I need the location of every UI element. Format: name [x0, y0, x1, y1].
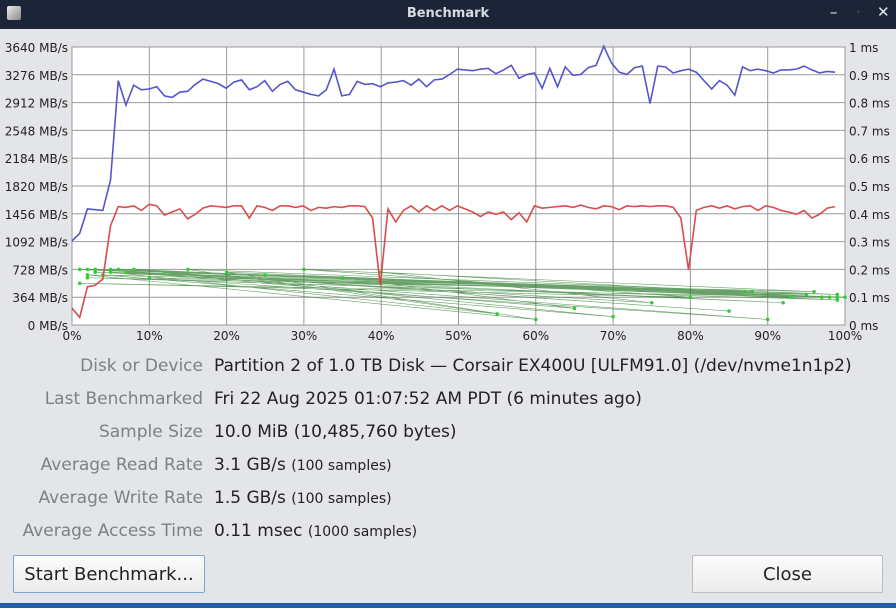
start-benchmark-button[interactable]: Start Benchmark... — [13, 555, 205, 593]
access-time-point — [534, 317, 538, 322]
access-time-point — [340, 275, 345, 280]
access-time-point — [93, 267, 97, 272]
y-left-tick-label: 1092 MB/s — [5, 236, 68, 250]
y-right-tick-label: 0.6 ms — [849, 152, 890, 166]
y-right-tick-label: 0.7 ms — [849, 124, 890, 138]
access-time-point — [132, 267, 136, 272]
y-left-tick-label: 2548 MB/s — [5, 124, 68, 138]
access-time-point — [572, 306, 577, 311]
x-tick-label: 30% — [291, 329, 318, 343]
info-row: Average Access Time 0.11 msec (1000 sampl… — [0, 521, 896, 549]
x-tick-label: 70% — [600, 329, 627, 343]
access-time-point — [124, 270, 128, 274]
minimize-icon[interactable]: – — [830, 3, 838, 21]
info-row: Average Read Rate 3.1 GB/s (100 samples) — [0, 455, 896, 483]
info-label: Average Write Rate — [38, 488, 203, 508]
window-border — [0, 603, 896, 608]
access-time-point — [843, 295, 847, 300]
y-right-tick-label: 0.3 ms — [849, 236, 890, 250]
x-tick-label: 80% — [677, 329, 704, 343]
y-right-tick-label: 0.8 ms — [849, 97, 890, 111]
info-row: Average Write Rate 1.5 GB/s (100 samples) — [0, 488, 896, 516]
close-icon[interactable]: ✕ — [877, 3, 890, 21]
y-left-tick-label: 2184 MB/s — [5, 152, 68, 166]
y-left-tick-label: 1456 MB/s — [5, 208, 68, 222]
access-time-point — [789, 295, 793, 300]
y-right-tick-label: 0.1 ms — [849, 291, 890, 305]
info-value: 3.1 GB/s (100 samples) — [214, 455, 392, 475]
y-left-tick-label: 3640 MB/s — [5, 41, 68, 55]
access-time-point — [804, 292, 809, 297]
access-time-point — [77, 267, 82, 272]
info-label: Sample Size — [98, 422, 203, 442]
access-time-point — [224, 270, 229, 274]
access-time-point — [827, 295, 832, 300]
y-left-tick-label: 0 MB/s — [28, 319, 68, 333]
access-time-point — [765, 317, 770, 322]
access-time-point — [186, 267, 190, 272]
info-value: Fri 22 Aug 2025 01:07:52 AM PDT (6 minut… — [214, 389, 642, 409]
info-label: Disk or Device — [80, 356, 203, 376]
access-time-point — [812, 289, 816, 294]
access-time-point — [649, 300, 654, 305]
info-value: 1.5 GB/s (100 samples) — [214, 488, 392, 508]
y-left-tick-label: 728 MB/s — [12, 263, 68, 277]
access-time-point — [108, 270, 113, 274]
access-time-point — [742, 289, 747, 294]
access-time-point — [781, 300, 785, 305]
info-label: Average Read Rate — [40, 455, 203, 475]
access-time-point — [835, 295, 840, 300]
access-time-point — [820, 295, 824, 300]
y-right-tick-label: 0.9 ms — [849, 69, 890, 83]
y-right-tick-label: 1 ms — [849, 41, 878, 55]
x-tick-label: 100% — [828, 329, 862, 343]
access-time-point — [263, 273, 268, 277]
info-value: 0.11 msec (1000 samples) — [214, 521, 418, 541]
x-tick-label: 60% — [522, 329, 549, 343]
maximize-icon[interactable]: · — [856, 3, 861, 21]
access-time-point — [750, 289, 755, 294]
access-time-point — [85, 267, 90, 272]
access-time-point — [85, 273, 90, 277]
window-title: Benchmark — [406, 6, 490, 21]
access-time-point — [77, 281, 82, 286]
y-right-tick-label: 0.4 ms — [849, 208, 890, 222]
access-time-point — [162, 270, 167, 274]
access-time-point — [727, 309, 731, 313]
x-tick-label: 10% — [136, 329, 163, 343]
y-right-tick-label: 0.5 ms — [849, 180, 890, 194]
access-time-point — [116, 267, 121, 272]
y-left-tick-label: 364 MB/s — [12, 291, 68, 305]
y-left-tick-label: 3276 MB/s — [5, 69, 68, 83]
x-tick-label: 90% — [754, 329, 781, 343]
access-time-point — [147, 275, 152, 280]
info-label: Last Benchmarked — [44, 389, 203, 409]
y-right-tick-label: 0.2 ms — [849, 263, 890, 277]
x-tick-label: 40% — [368, 329, 395, 343]
info-value: 10.0 MiB (10,485,760 bytes) — [214, 422, 457, 442]
access-time-point — [495, 312, 499, 316]
access-time-point — [302, 267, 306, 272]
y-left-tick-label: 1820 MB/s — [5, 180, 68, 194]
access-time-point — [611, 314, 615, 319]
info-row: Sample Size 10.0 MiB (10,485,760 bytes) — [0, 422, 896, 450]
x-tick-label: 50% — [445, 329, 472, 343]
info-row: Disk or Device Partition 2 of 1.0 TB Disk… — [0, 356, 896, 384]
x-tick-label: 20% — [213, 329, 240, 343]
y-left-tick-label: 2912 MB/s — [5, 97, 68, 111]
info-label: Average Access Time — [22, 521, 203, 541]
benchmark-chart: 0%0 MB/s 0 ms10%364 MB/s 0.1 ms20%728 MB/s… — [5, 41, 890, 343]
title-bar: Benchmark – · ✕ — [0, 0, 896, 29]
close-button[interactable]: Close — [692, 555, 883, 593]
info-row: Last Benchmarked Fri 22 Aug 2025 01:07:52… — [0, 389, 896, 417]
info-value: Partition 2 of 1.0 TB Disk — Corsair EX4… — [214, 356, 852, 376]
access-time-point — [688, 295, 693, 300]
